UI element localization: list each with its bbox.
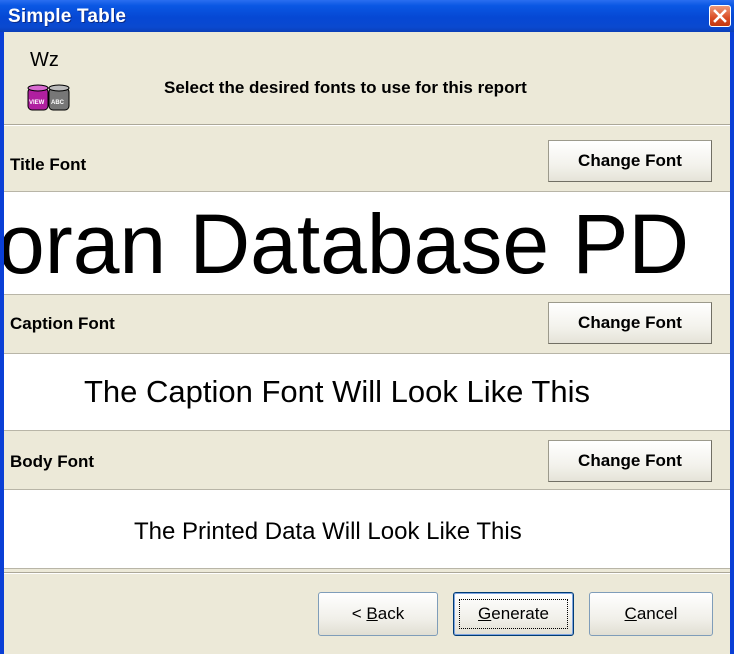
title-font-preview: oran Database PD bbox=[4, 191, 730, 295]
title-change-font-button[interactable]: Change Font bbox=[548, 140, 712, 182]
back-button-mnemonic: B bbox=[366, 604, 378, 623]
title-preview-text: oran Database PD bbox=[4, 197, 690, 291]
wizard-icon-text: Wz bbox=[30, 49, 59, 71]
cancel-button[interactable]: Cancel bbox=[589, 592, 713, 636]
body-preview-text: The Printed Data Will Look Like This bbox=[134, 518, 522, 545]
body-font-label: Body Font bbox=[10, 452, 95, 471]
close-icon bbox=[713, 9, 727, 23]
body-change-font-button[interactable]: Change Font bbox=[548, 440, 712, 482]
focus-ring bbox=[459, 599, 568, 629]
dialog-window: Simple Table Wz VIEW ABC Select the desi… bbox=[0, 0, 734, 654]
title-font-bar: Title Font Change Font bbox=[4, 137, 730, 191]
body-font-preview: The Printed Data Will Look Like This bbox=[4, 489, 730, 569]
back-button-prefix: < bbox=[351, 604, 367, 623]
title-bar[interactable]: Simple Table bbox=[0, 0, 734, 32]
caption-change-font-button[interactable]: Change Font bbox=[548, 302, 712, 344]
caption-preview-text: The Caption Font Will Look Like This bbox=[84, 374, 590, 409]
close-button[interactable] bbox=[709, 5, 731, 27]
caption-font-bar: Caption Font Change Font bbox=[4, 296, 730, 350]
view-badge-text: VIEW bbox=[29, 100, 45, 106]
instruction-text: Select the desired fonts to use for this… bbox=[164, 78, 527, 97]
abc-badge-text: ABC bbox=[51, 100, 65, 106]
title-font-label: Title Font bbox=[10, 155, 87, 174]
generate-button[interactable]: Generate bbox=[453, 592, 574, 636]
caption-font-label: Caption Font bbox=[10, 314, 115, 333]
back-button[interactable]: < Back bbox=[318, 592, 438, 636]
body-font-bar: Body Font Change Font bbox=[4, 434, 730, 488]
footer-divider bbox=[4, 572, 730, 574]
cancel-button-mnemonic: C bbox=[624, 604, 637, 623]
wizard-header: Wz VIEW ABC Select the desired fonts to … bbox=[4, 32, 730, 124]
back-button-rest: ack bbox=[377, 604, 405, 623]
divider bbox=[4, 124, 730, 126]
caption-font-preview: The Caption Font Will Look Like This bbox=[4, 353, 730, 431]
window-title: Simple Table bbox=[8, 6, 127, 27]
cancel-button-rest: ancel bbox=[636, 604, 678, 623]
wizard-icon: Wz VIEW ABC bbox=[27, 49, 70, 111]
